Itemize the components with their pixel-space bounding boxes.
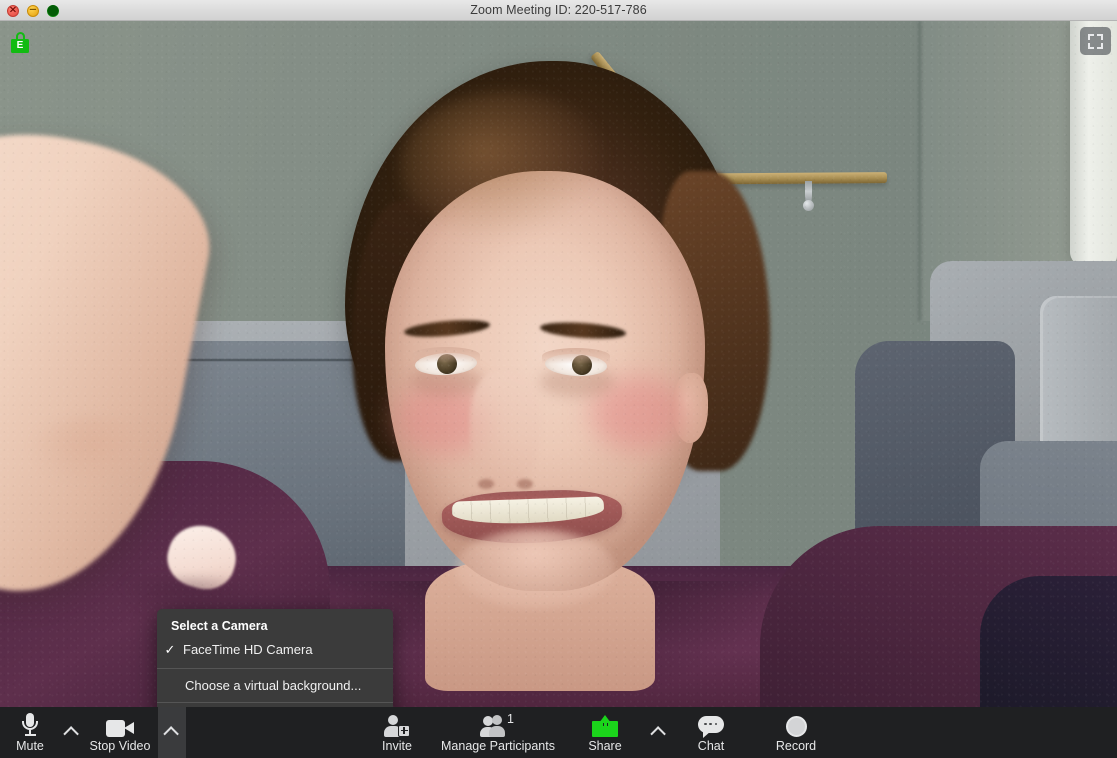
video-camera-icon: [106, 713, 134, 737]
video-options-chevron[interactable]: [158, 707, 186, 758]
eyelid-right: [542, 348, 610, 364]
meeting-controls-toolbar: Mute Stop Video Invite 1 Manage Particip…: [0, 707, 1117, 758]
close-icon: ×: [8, 4, 18, 15]
microphone-icon: [20, 712, 40, 737]
white-towel: [1070, 21, 1117, 266]
chevron-up-icon: [62, 726, 79, 742]
chevron-up-icon: [162, 726, 179, 742]
maximize-window-button[interactable]: ⬤: [46, 3, 60, 17]
video-options-menu[interactable]: Select a Camera ✓ FaceTime HD Camera Cho…: [157, 609, 393, 707]
audio-options-chevron[interactable]: [58, 707, 86, 758]
window-title-bar: × − ⬤ Zoom Meeting ID: 220-517-786: [0, 0, 1117, 21]
add-person-icon: [384, 713, 410, 737]
window-traffic-lights: × − ⬤: [7, 0, 59, 21]
participant-count-badge: 1: [507, 711, 514, 726]
share-label: Share: [588, 738, 622, 753]
invite-label: Invite: [382, 738, 412, 753]
invite-button[interactable]: Invite: [371, 707, 423, 758]
chat-button[interactable]: Chat: [688, 707, 734, 758]
minimize-icon: −: [28, 4, 38, 15]
people-icon: 1: [480, 711, 515, 737]
eyelid-left: [412, 347, 480, 363]
record-circle-icon: [785, 713, 807, 737]
video-stage[interactable]: E Select a Camera ✓ FaceTime HD Camera C…: [0, 21, 1117, 707]
nostril-left: [478, 479, 494, 489]
window-title: Zoom Meeting ID: 220-517-786: [470, 3, 647, 17]
person-nose: [470, 371, 540, 491]
checkmark-icon: ✓: [164, 642, 176, 657]
encryption-badge-label: E: [11, 39, 29, 53]
hair-highlight: [400, 91, 610, 241]
share-options-chevron[interactable]: [645, 707, 673, 758]
record-button[interactable]: Record: [766, 707, 826, 758]
manage-participants-label: Manage Participants: [441, 738, 555, 753]
record-label: Record: [775, 738, 817, 753]
wall-hook: [803, 181, 814, 211]
select-camera-header: Select a Camera: [171, 619, 268, 633]
camera-option-label: FaceTime HD Camera: [183, 642, 313, 657]
nostril-right: [517, 479, 533, 489]
close-window-button[interactable]: ×: [7, 4, 19, 17]
fullscreen-icon: [1088, 33, 1103, 49]
mute-button[interactable]: Mute: [7, 707, 53, 758]
select-camera-group: Select a Camera ✓ FaceTime HD Camera: [157, 609, 393, 668]
menu-item-facetime-hd-camera[interactable]: ✓ FaceTime HD Camera: [157, 639, 393, 661]
manage-participants-button[interactable]: 1 Manage Participants: [440, 707, 556, 758]
chevron-up-icon: [649, 726, 666, 742]
finger-knuckle: [30, 416, 160, 486]
stop-video-button[interactable]: Stop Video: [84, 707, 156, 758]
stop-video-label: Stop Video: [89, 738, 151, 753]
minimize-window-button[interactable]: −: [27, 4, 39, 17]
lock-shackle: [15, 32, 25, 41]
self-video-feed: [0, 21, 1117, 707]
zoom-meeting-window: × − ⬤ Zoom Meeting ID: 220-517-786 E Sel…: [0, 0, 1117, 758]
mute-label: Mute: [16, 738, 44, 753]
wall-corner: [918, 21, 922, 321]
share-screen-button[interactable]: Share: [583, 707, 627, 758]
chat-bubble-icon: [698, 713, 724, 738]
person-chin: [455, 529, 615, 609]
share-screen-icon: [592, 713, 618, 737]
maximize-icon: ⬤: [46, 3, 60, 17]
encryption-lock-icon: E: [10, 32, 30, 53]
enter-fullscreen-button[interactable]: [1080, 27, 1111, 55]
menu-item-virtual-background[interactable]: Choose a virtual background...: [157, 669, 393, 702]
chat-label: Chat: [697, 738, 725, 753]
sweater-dark-fold: [980, 576, 1117, 707]
